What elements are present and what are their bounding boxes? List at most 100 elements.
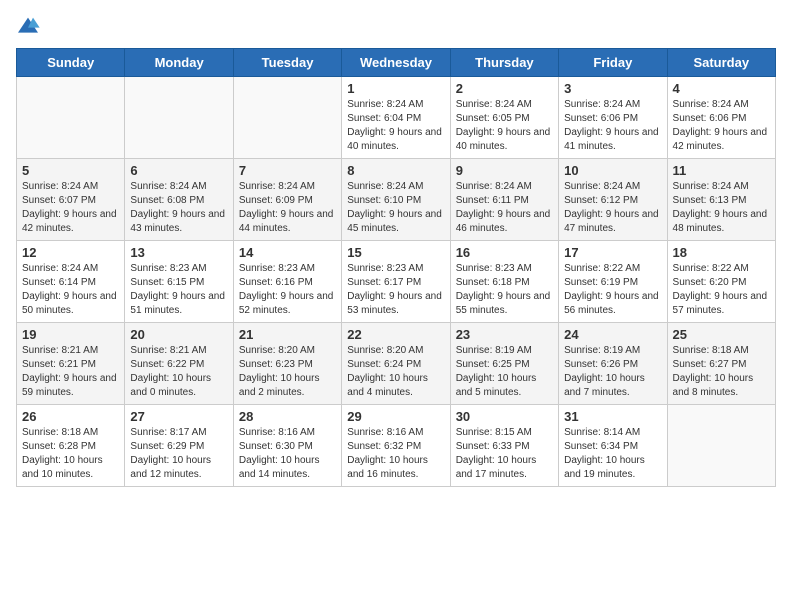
- day-info: Sunrise: 8:24 AMSunset: 6:04 PMDaylight:…: [347, 98, 444, 154]
- calendar-cell: 16Sunrise: 8:23 AMSunset: 6:18 PMDayligh…: [450, 241, 558, 323]
- day-info: Sunrise: 8:24 AMSunset: 6:12 PMDaylight:…: [564, 180, 661, 236]
- calendar-cell: 22 Sunrise: 8:20 AMSunset: 6:24 PMDayligh…: [342, 323, 450, 405]
- day-info: Sunrise: 8:23 AMSunset: 6:17 PMDaylight:…: [347, 262, 444, 318]
- calendar-table: SundayMondayTuesdayWednesdayThursdayFrid…: [16, 48, 776, 487]
- day-number: 20: [130, 327, 227, 342]
- day-info: Sunrise: 8:24 AMSunset: 6:13 PMDaylight:…: [673, 180, 770, 236]
- day-number: 25: [673, 327, 770, 342]
- calendar-cell: 12Sunrise: 8:24 AMSunset: 6:14 PMDayligh…: [17, 241, 125, 323]
- calendar-cell: 23Sunrise: 8:19 AMSunset: 6:25 PMDayligh…: [450, 323, 558, 405]
- day-number: 23: [456, 327, 553, 342]
- calendar-cell: 10 Sunrise: 8:24 AMSunset: 6:12 PMDayligh…: [559, 159, 667, 241]
- day-info: Sunrise: 8:24 AMSunset: 6:05 PMDaylight:…: [456, 98, 553, 154]
- day-number: 24: [564, 327, 661, 342]
- day-number: 8: [347, 163, 444, 178]
- day-info: Sunrise: 8:16 AMSunset: 6:32 PMDaylight:…: [347, 426, 444, 482]
- calendar-week-row: 12Sunrise: 8:24 AMSunset: 6:14 PMDayligh…: [17, 241, 776, 323]
- day-info: Sunrise: 8:18 AMSunset: 6:28 PMDaylight:…: [22, 426, 119, 482]
- calendar-cell: 1 Sunrise: 8:24 AMSunset: 6:04 PMDaylight…: [342, 77, 450, 159]
- day-number: 4: [673, 81, 770, 96]
- day-info: Sunrise: 8:16 AMSunset: 6:30 PMDaylight:…: [239, 426, 336, 482]
- calendar-cell: 9 Sunrise: 8:24 AMSunset: 6:11 PMDaylight…: [450, 159, 558, 241]
- header: [16, 16, 776, 36]
- day-info: Sunrise: 8:22 AMSunset: 6:19 PMDaylight:…: [564, 262, 661, 318]
- calendar-cell: 11 Sunrise: 8:24 AMSunset: 6:13 PMDayligh…: [667, 159, 775, 241]
- day-info: Sunrise: 8:19 AMSunset: 6:26 PMDaylight:…: [564, 344, 661, 400]
- calendar-cell: [233, 77, 341, 159]
- calendar-cell: 6 Sunrise: 8:24 AMSunset: 6:08 PMDaylight…: [125, 159, 233, 241]
- calendar-cell: 8 Sunrise: 8:24 AMSunset: 6:10 PMDaylight…: [342, 159, 450, 241]
- calendar-week-row: 19Sunrise: 8:21 AMSunset: 6:21 PMDayligh…: [17, 323, 776, 405]
- calendar-cell: 5 Sunrise: 8:24 AMSunset: 6:07 PMDaylight…: [17, 159, 125, 241]
- calendar-cell: 15 Sunrise: 8:23 AMSunset: 6:17 PMDayligh…: [342, 241, 450, 323]
- weekday-header-thursday: Thursday: [450, 49, 558, 77]
- calendar-cell: 24 Sunrise: 8:19 AMSunset: 6:26 PMDayligh…: [559, 323, 667, 405]
- calendar-cell: 2 Sunrise: 8:24 AMSunset: 6:05 PMDaylight…: [450, 77, 558, 159]
- day-number: 31: [564, 409, 661, 424]
- weekday-header-sunday: Sunday: [17, 49, 125, 77]
- day-info: Sunrise: 8:22 AMSunset: 6:20 PMDaylight:…: [673, 262, 770, 318]
- calendar-cell: 25 Sunrise: 8:18 AMSunset: 6:27 PMDayligh…: [667, 323, 775, 405]
- day-info: Sunrise: 8:24 AMSunset: 6:06 PMDaylight:…: [564, 98, 661, 154]
- calendar-cell: 18 Sunrise: 8:22 AMSunset: 6:20 PMDayligh…: [667, 241, 775, 323]
- weekday-header-wednesday: Wednesday: [342, 49, 450, 77]
- day-number: 5: [22, 163, 119, 178]
- day-number: 26: [22, 409, 119, 424]
- day-number: 17: [564, 245, 661, 260]
- day-info: Sunrise: 8:20 AMSunset: 6:24 PMDaylight:…: [347, 344, 444, 400]
- calendar-cell: 17 Sunrise: 8:22 AMSunset: 6:19 PMDayligh…: [559, 241, 667, 323]
- day-info: Sunrise: 8:20 AMSunset: 6:23 PMDaylight:…: [239, 344, 336, 400]
- day-info: Sunrise: 8:18 AMSunset: 6:27 PMDaylight:…: [673, 344, 770, 400]
- day-info: Sunrise: 8:24 AMSunset: 6:06 PMDaylight:…: [673, 98, 770, 154]
- day-number: 29: [347, 409, 444, 424]
- calendar-cell: [125, 77, 233, 159]
- day-number: 21: [239, 327, 336, 342]
- day-number: 1: [347, 81, 444, 96]
- day-number: 15: [347, 245, 444, 260]
- day-number: 3: [564, 81, 661, 96]
- logo-icon: [16, 16, 40, 36]
- day-number: 13: [130, 245, 227, 260]
- day-info: Sunrise: 8:14 AMSunset: 6:34 PMDaylight:…: [564, 426, 661, 482]
- calendar-cell: [17, 77, 125, 159]
- day-number: 7: [239, 163, 336, 178]
- calendar-cell: 7 Sunrise: 8:24 AMSunset: 6:09 PMDaylight…: [233, 159, 341, 241]
- day-number: 14: [239, 245, 336, 260]
- day-info: Sunrise: 8:24 AMSunset: 6:11 PMDaylight:…: [456, 180, 553, 236]
- day-info: Sunrise: 8:24 AMSunset: 6:07 PMDaylight:…: [22, 180, 119, 236]
- calendar-cell: 30Sunrise: 8:15 AMSunset: 6:33 PMDayligh…: [450, 405, 558, 487]
- day-number: 11: [673, 163, 770, 178]
- day-number: 2: [456, 81, 553, 96]
- day-number: 9: [456, 163, 553, 178]
- calendar-cell: 14 Sunrise: 8:23 AMSunset: 6:16 PMDayligh…: [233, 241, 341, 323]
- day-info: Sunrise: 8:24 AMSunset: 6:08 PMDaylight:…: [130, 180, 227, 236]
- day-number: 18: [673, 245, 770, 260]
- day-info: Sunrise: 8:21 AMSunset: 6:21 PMDaylight:…: [22, 344, 119, 400]
- calendar-cell: 21 Sunrise: 8:20 AMSunset: 6:23 PMDayligh…: [233, 323, 341, 405]
- day-number: 22: [347, 327, 444, 342]
- day-info: Sunrise: 8:21 AMSunset: 6:22 PMDaylight:…: [130, 344, 227, 400]
- calendar-week-row: 1 Sunrise: 8:24 AMSunset: 6:04 PMDaylight…: [17, 77, 776, 159]
- day-number: 10: [564, 163, 661, 178]
- weekday-header-friday: Friday: [559, 49, 667, 77]
- calendar-week-row: 5 Sunrise: 8:24 AMSunset: 6:07 PMDaylight…: [17, 159, 776, 241]
- day-number: 28: [239, 409, 336, 424]
- calendar-cell: 31 Sunrise: 8:14 AMSunset: 6:34 PMDayligh…: [559, 405, 667, 487]
- day-number: 6: [130, 163, 227, 178]
- calendar-cell: 19Sunrise: 8:21 AMSunset: 6:21 PMDayligh…: [17, 323, 125, 405]
- day-info: Sunrise: 8:17 AMSunset: 6:29 PMDaylight:…: [130, 426, 227, 482]
- calendar-cell: 27 Sunrise: 8:17 AMSunset: 6:29 PMDayligh…: [125, 405, 233, 487]
- day-info: Sunrise: 8:23 AMSunset: 6:16 PMDaylight:…: [239, 262, 336, 318]
- calendar-cell: 13 Sunrise: 8:23 AMSunset: 6:15 PMDayligh…: [125, 241, 233, 323]
- day-info: Sunrise: 8:24 AMSunset: 6:14 PMDaylight:…: [22, 262, 119, 318]
- day-number: 16: [456, 245, 553, 260]
- day-info: Sunrise: 8:15 AMSunset: 6:33 PMDaylight:…: [456, 426, 553, 482]
- calendar-cell: 29 Sunrise: 8:16 AMSunset: 6:32 PMDayligh…: [342, 405, 450, 487]
- day-info: Sunrise: 8:24 AMSunset: 6:09 PMDaylight:…: [239, 180, 336, 236]
- calendar-cell: [667, 405, 775, 487]
- day-number: 27: [130, 409, 227, 424]
- logo: [16, 16, 44, 36]
- day-info: Sunrise: 8:23 AMSunset: 6:15 PMDaylight:…: [130, 262, 227, 318]
- day-info: Sunrise: 8:24 AMSunset: 6:10 PMDaylight:…: [347, 180, 444, 236]
- weekday-header-tuesday: Tuesday: [233, 49, 341, 77]
